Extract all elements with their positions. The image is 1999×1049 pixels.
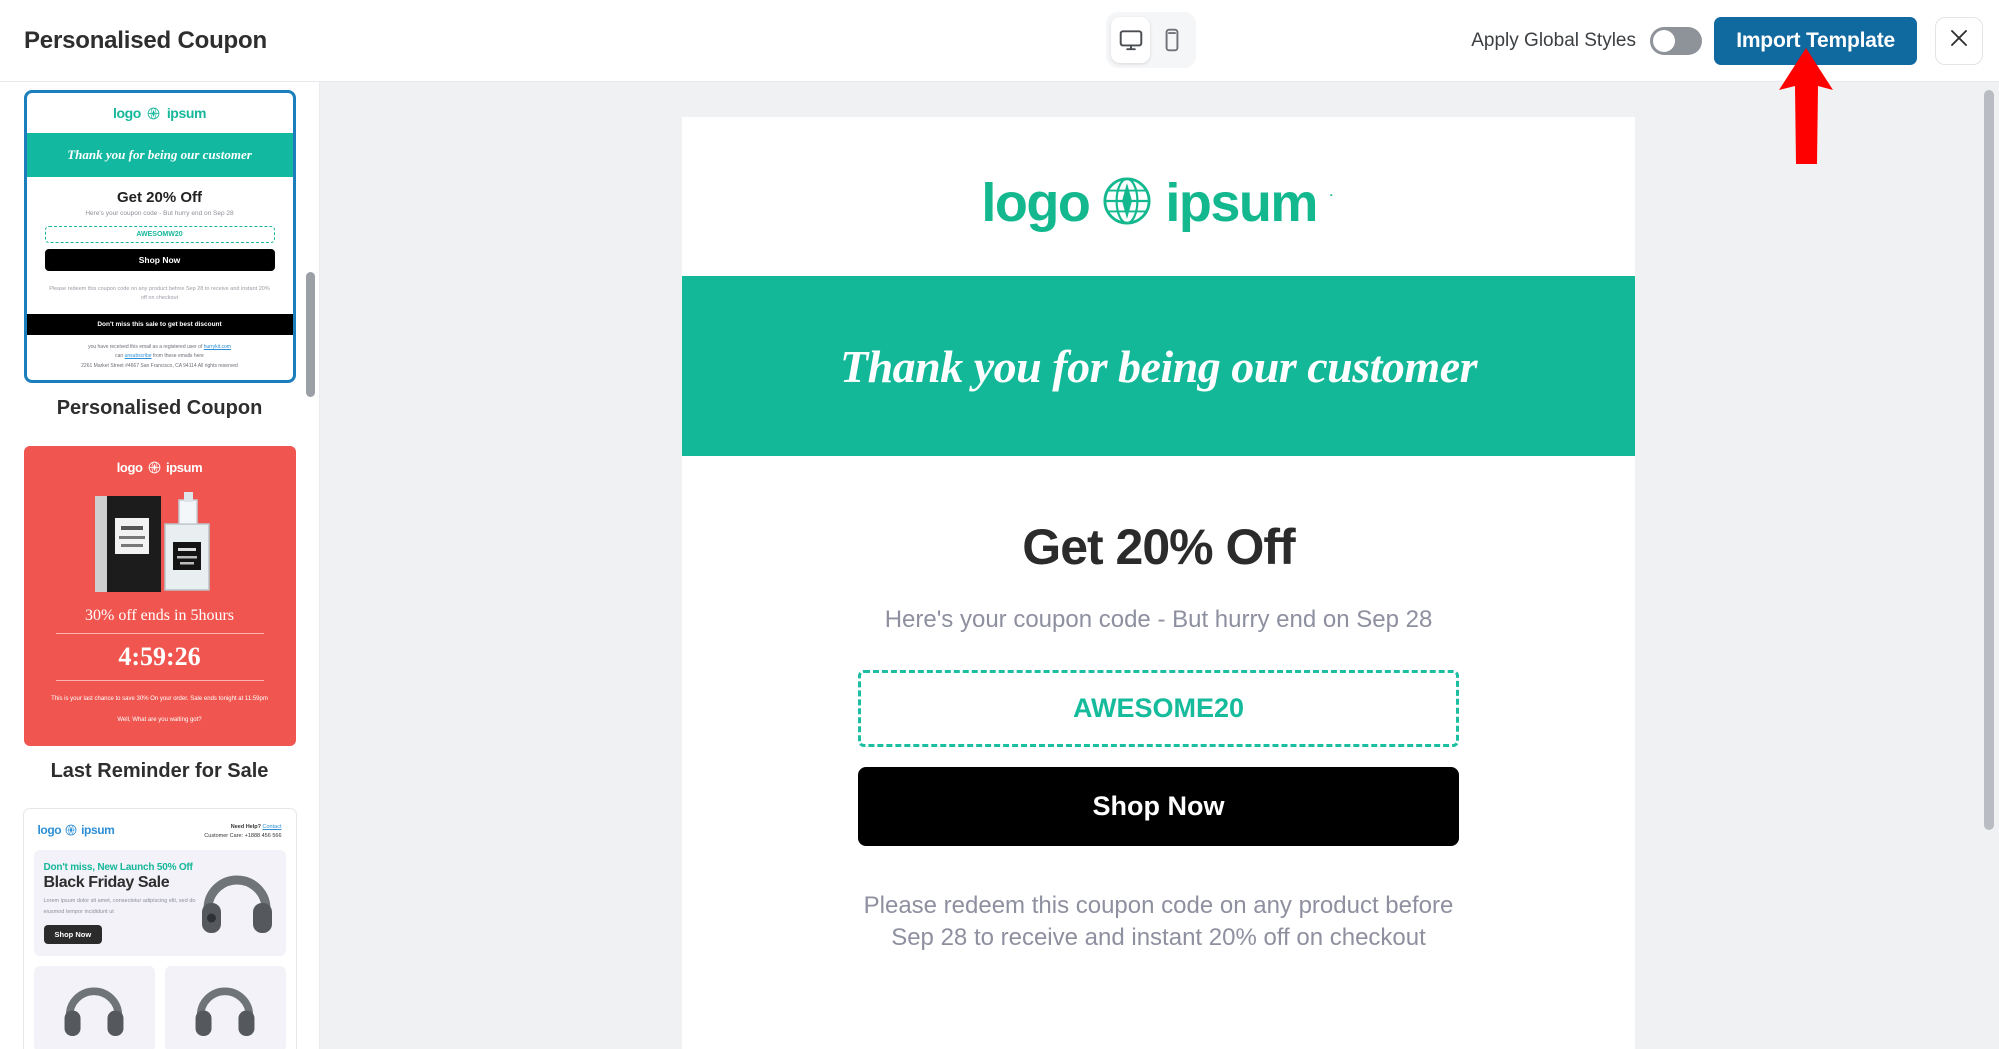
thumb-cta: Shop Now — [43, 925, 103, 945]
email-subheadline: Here's your coupon code - But hurry end … — [884, 606, 1433, 633]
modal-header: Personalised Coupon Apply Global Styles … — [0, 0, 1999, 82]
product-image-perfume — [34, 483, 286, 603]
product-card[interactable] — [33, 966, 155, 1049]
thumb-logo: logo ipsum — [37, 822, 115, 837]
email-logo: logo ipsum ˙ — [682, 117, 1635, 276]
note-line-1: Please redeem this coupon code on any pr… — [863, 892, 1454, 919]
product-image-headphones — [198, 863, 276, 944]
logo-text-right: ipsum — [1165, 173, 1318, 233]
thumb-offer: 30% off ends in 5hours — [84, 607, 235, 625]
template-label: Last Reminder for Sale — [50, 759, 269, 782]
need-help-label: Need Help? — [230, 823, 261, 830]
thumb-subhead: Here's your coupon code - But hurry end … — [85, 210, 234, 217]
thumb-logo: logo ipsum — [116, 460, 203, 476]
template-list-item[interactable]: logo ipsum 30% off ends in 5hours 4:59:2… — [15, 442, 305, 804]
globe-icon — [1101, 175, 1153, 232]
mobile-preview-button[interactable] — [1152, 17, 1191, 63]
device-preview-toggle[interactable] — [1106, 12, 1196, 68]
thumb-note-line1: This is your last chance to save 30% On … — [51, 696, 268, 703]
thumb-banner: Thank you for being our customer — [26, 133, 293, 177]
note-line-2: Sep 28 to receive and instant 20% off on… — [891, 923, 1426, 951]
thumb-kicker: Don't miss, New Launch 50% Off — [43, 862, 193, 874]
page-title: Personalised Coupon — [24, 26, 267, 54]
email-redeem-note: Please redeem this coupon code on any pr… — [682, 846, 1635, 993]
globe-icon — [148, 461, 161, 474]
email-banner: Thank you for being our customer — [682, 276, 1635, 456]
customer-care-text: Customer Care: +1888 456 566 — [204, 833, 282, 840]
apply-global-styles-label: Apply Global Styles — [1471, 29, 1636, 51]
thumb-note: Please redeem this coupon code on any pr… — [49, 286, 270, 302]
template-list-item[interactable]: logo ipsum Need Help? Contact Customer C… — [15, 805, 305, 1049]
template-preview-modal: Personalised Coupon Apply Global Styles … — [0, 0, 1999, 1049]
sidebar-scrollbar[interactable] — [306, 272, 315, 397]
contact-link[interactable]: Contact — [263, 824, 282, 830]
thumb-logo: logo ipsum — [112, 105, 207, 121]
email-template-preview: logo ipsum ˙ Thank you for being our cus… — [682, 117, 1635, 1049]
template-thumbnail-personalised-coupon[interactable]: logo ipsum Thank you for being our custo… — [23, 90, 296, 384]
thumb-footer: you have received this email as a regist… — [81, 343, 238, 369]
canvas-scrollbar[interactable] — [1984, 90, 1994, 830]
trademark-mark: ˙ — [1328, 191, 1336, 214]
email-headline: Get 20% Off — [1022, 519, 1295, 575]
annotation-arrow-up — [1775, 46, 1837, 166]
globe-icon — [148, 107, 160, 120]
product-card[interactable] — [164, 966, 286, 1049]
close-button[interactable] — [1935, 16, 1983, 65]
thumb-note-line2: Well, What are you waiting got? — [117, 717, 202, 724]
divider — [55, 680, 264, 682]
globe-icon — [65, 824, 77, 835]
template-thumbnail-last-reminder[interactable]: logo ipsum 30% off ends in 5hours 4:59:2… — [23, 446, 296, 746]
thumb-black-bar: Don't miss this sale to get best discoun… — [26, 313, 293, 335]
template-label: Personalised Coupon — [56, 397, 263, 420]
mobile-phone-icon — [1159, 27, 1185, 53]
toggle-knob — [1653, 29, 1675, 52]
thumb-cta: Shop Now — [44, 249, 275, 271]
coupon-code-box[interactable]: AWESOME20 — [858, 670, 1459, 747]
thumb-countdown-timer: 4:59:26 — [118, 642, 201, 672]
divider — [55, 633, 264, 635]
thumb-headline: Get 20% Off — [116, 189, 203, 206]
template-list-sidebar[interactable]: logo ipsum Thank you for being our custo… — [0, 82, 320, 1049]
thumb-body-text: Lorem ipsum dolor sit amet, consectetur … — [43, 898, 196, 915]
logo-text-left: logo — [981, 173, 1090, 233]
close-x-icon — [1947, 26, 1971, 55]
desktop-monitor-icon — [1118, 27, 1144, 53]
thumb-coupon-code: AWESOMW20 — [44, 226, 275, 243]
template-thumbnail-black-friday[interactable]: logo ipsum Need Help? Contact Customer C… — [23, 808, 296, 1049]
email-preview-canvas: logo ipsum ˙ Thank you for being our cus… — [320, 82, 1999, 1049]
footer-site-link[interactable]: hurrykit.com — [204, 344, 231, 350]
shop-now-button[interactable]: Shop Now — [858, 767, 1459, 846]
template-list-item[interactable]: logo ipsum Thank you for being our custo… — [15, 86, 305, 442]
apply-global-styles-toggle[interactable] — [1650, 26, 1702, 55]
desktop-preview-button[interactable] — [1111, 17, 1150, 63]
apply-global-styles-control[interactable]: Apply Global Styles — [1471, 26, 1702, 55]
thumb-title: Black Friday Sale — [43, 874, 170, 892]
unsubscribe-link[interactable]: unsubscribe — [125, 353, 152, 359]
